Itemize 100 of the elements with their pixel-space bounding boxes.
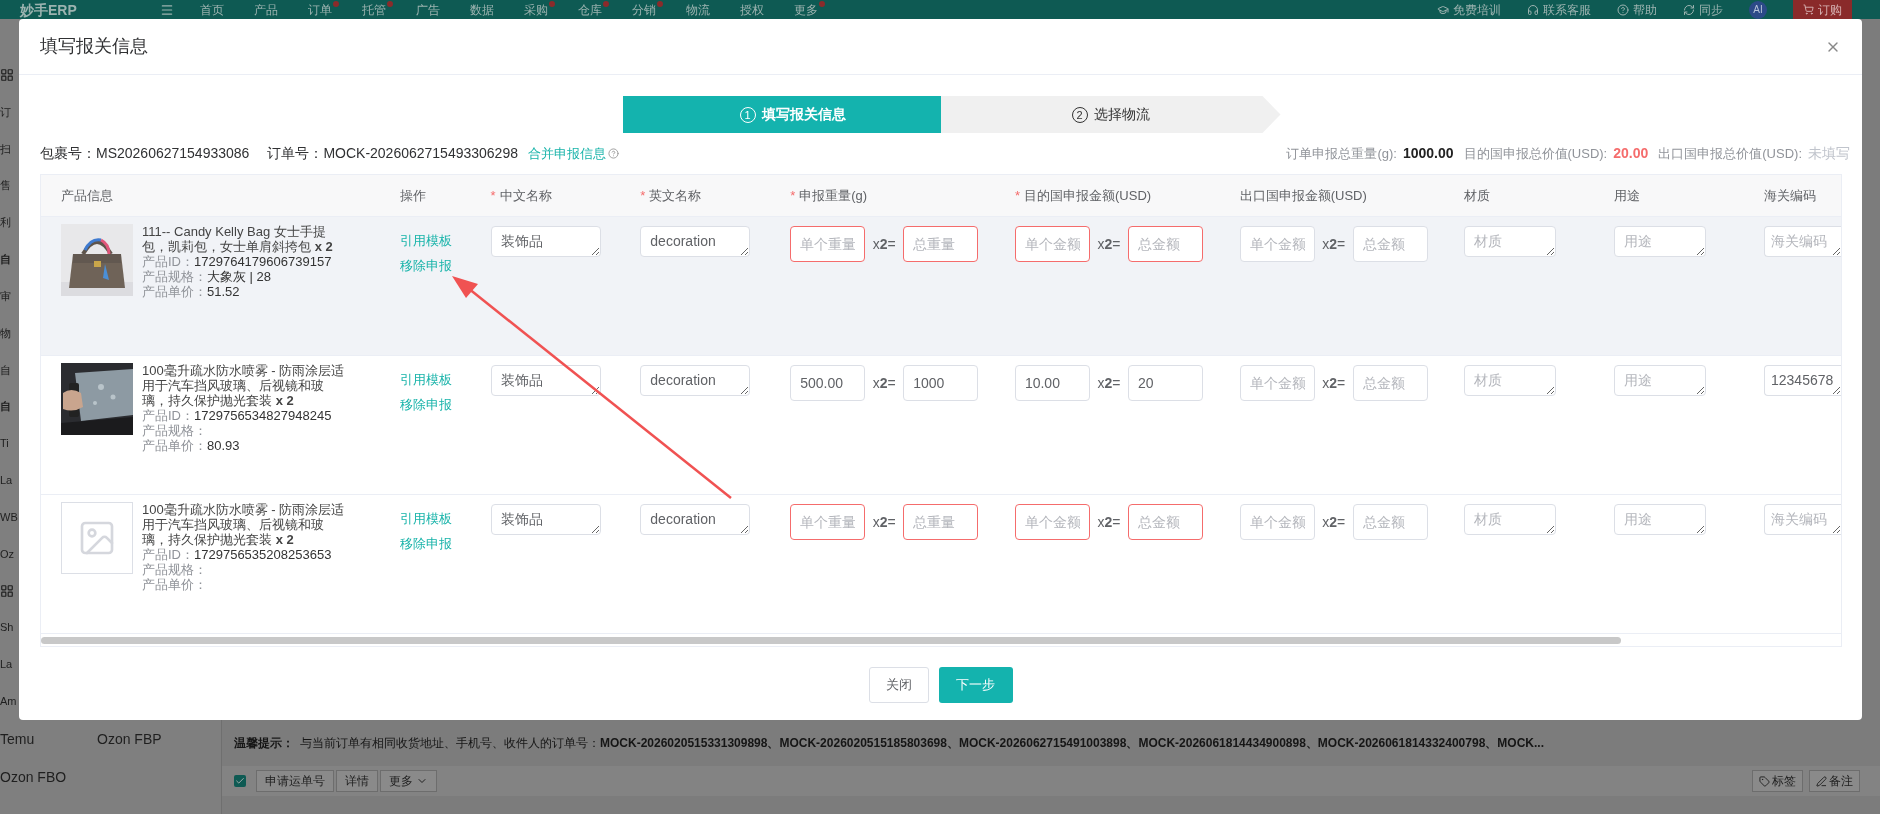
action-link[interactable]: 移除申报 xyxy=(399,258,481,273)
unit-field[interactable]: 单个金额 xyxy=(1014,226,1090,262)
action-link[interactable]: 移除申报 xyxy=(399,536,481,551)
customs-code-field[interactable]: 海关编码 xyxy=(1764,504,1841,535)
material-field[interactable]: 材质 xyxy=(1464,365,1557,396)
sidebar-item[interactable]: Temu xyxy=(0,728,97,750)
chinese-name-field[interactable]: 装饰品 xyxy=(490,226,601,257)
nav-item[interactable]: 订单 xyxy=(308,2,362,17)
sidebar-item[interactable]: Am xyxy=(0,695,17,708)
merge-link[interactable]: 合并申报信息 xyxy=(528,143,606,164)
usage-field[interactable]: 用途 xyxy=(1614,504,1707,535)
english-name-field[interactable]: decoration xyxy=(640,504,751,535)
sidebar-item[interactable]: WB xyxy=(0,510,18,524)
nav-item[interactable]: 数据 xyxy=(470,2,524,17)
avatar[interactable]: AI xyxy=(1749,0,1767,19)
chinese-name-field[interactable]: 装饰品 xyxy=(490,365,601,396)
total-field[interactable]: 总重量 xyxy=(903,504,979,540)
column-header: 目的国申报金额(USD) xyxy=(1024,186,1152,205)
material-field[interactable]: 材质 xyxy=(1464,504,1557,535)
nav-link[interactable]: 同步 xyxy=(1683,2,1723,17)
total-field[interactable]: 总金额 xyxy=(1127,504,1203,540)
action-link[interactable]: 移除申报 xyxy=(399,397,481,412)
unit-field[interactable]: 单个重量 xyxy=(790,226,866,262)
nav-item[interactable]: 更多 xyxy=(794,2,848,17)
sidebar-item[interactable]: Ozon FBO xyxy=(0,766,97,788)
unit-field[interactable]: 500.00 xyxy=(790,365,866,401)
english-name-field[interactable]: decoration xyxy=(640,365,751,396)
nav-item[interactable]: 托管 xyxy=(362,2,416,17)
total-field[interactable]: 20 xyxy=(1127,365,1203,401)
action-link[interactable]: 引用模板 xyxy=(399,511,481,526)
english-name-field[interactable]: decoration xyxy=(640,226,751,257)
customs-code-field[interactable]: 海关编码 xyxy=(1764,226,1841,257)
unit-field[interactable]: 10.00 xyxy=(1014,365,1090,401)
nav-link[interactable]: 联系客服 xyxy=(1527,2,1591,17)
nav-link-label: 联系客服 xyxy=(1543,2,1591,17)
help-icon[interactable] xyxy=(608,148,619,159)
sidebar-item[interactable]: La xyxy=(0,474,13,487)
required-mark: * xyxy=(790,186,796,205)
order-number: MOCK-2026062715493306298 xyxy=(323,144,518,163)
column-header: 操作 xyxy=(399,186,426,205)
total-label: 出口国申报总价值(USD): xyxy=(1658,144,1802,163)
more-button[interactable]: 更多 xyxy=(380,770,437,792)
field-label: 产品ID： xyxy=(142,254,194,269)
unit-field[interactable]: 单个重量 xyxy=(790,504,866,540)
customs-code-field[interactable]: 12345678 xyxy=(1764,365,1841,396)
usage-field[interactable]: 用途 xyxy=(1614,226,1707,257)
order-button[interactable]: 订购 xyxy=(1793,0,1852,19)
nav-item[interactable]: 首页 xyxy=(200,2,254,17)
usage-field[interactable]: 用途 xyxy=(1614,365,1707,396)
sidebar-item[interactable]: 订 xyxy=(0,105,11,119)
product-title: 100毫升疏水防水喷雾 - 防雨涂层适用于汽车挡风玻璃、后视镜和玻璃，持久保护抛光套装 x 2 xyxy=(142,502,346,547)
sidebar-item[interactable]: 扫 xyxy=(0,142,11,156)
sidebar-item[interactable]: 自 xyxy=(0,400,11,414)
unit-field[interactable]: 单个金额 xyxy=(1014,504,1090,540)
total-field[interactable]: 1000 xyxy=(903,365,979,401)
nav-item[interactable]: 广告 xyxy=(416,2,470,17)
action-link[interactable]: 引用模板 xyxy=(399,233,481,248)
nav-link[interactable]: 免费培训 xyxy=(1437,2,1501,17)
nav-item[interactable]: 物流 xyxy=(686,2,740,17)
sidebar-item[interactable]: 利 xyxy=(0,216,11,230)
sidebar-item[interactable]: Ozon FBP xyxy=(97,728,194,750)
field-label: 产品规格： xyxy=(142,423,207,438)
sidebar-item[interactable]: 售 xyxy=(0,179,11,193)
required-mark: * xyxy=(490,186,496,205)
action-link[interactable]: 引用模板 xyxy=(399,372,481,387)
sidebar-item[interactable]: 自 xyxy=(0,253,11,267)
close-button[interactable]: 关闭 xyxy=(868,667,929,703)
toolbar-button[interactable]: 备注 xyxy=(1809,770,1860,792)
sidebar-item[interactable]: Sh xyxy=(0,621,14,635)
multiplier-label: x2= xyxy=(871,512,897,532)
column-header: 中文名称 xyxy=(499,186,552,205)
toolbar-button[interactable]: 标签 xyxy=(1752,770,1803,792)
nav-item[interactable]: 仓库 xyxy=(578,2,632,17)
select-all-checkbox[interactable] xyxy=(234,775,246,787)
dialog-title: 填写报关信息 xyxy=(40,35,148,58)
nav-item[interactable]: 分销 xyxy=(632,2,686,17)
sidebar-icon xyxy=(0,584,14,598)
sidebar-item[interactable]: 物 xyxy=(0,326,11,340)
nav-item[interactable]: 产品 xyxy=(254,2,308,17)
scrollbar[interactable] xyxy=(41,636,1621,644)
column-header: 用途 xyxy=(1614,186,1641,205)
nav-item[interactable]: 采购 xyxy=(524,2,578,17)
sidebar-item[interactable]: Oz xyxy=(0,547,15,561)
total-field[interactable]: 总重量 xyxy=(903,226,979,262)
chinese-name-field[interactable]: 装饰品 xyxy=(490,504,601,535)
nav-link-label: 免费培训 xyxy=(1453,2,1501,17)
toolbar-button[interactable]: 申请运单号 xyxy=(256,770,334,792)
product-id: 1729764179606739157 xyxy=(194,254,332,269)
toolbar-button[interactable]: 详情 xyxy=(336,770,378,792)
sidebar-item[interactable]: La xyxy=(0,658,13,672)
nav-item[interactable]: 授权 xyxy=(740,2,794,17)
total-field[interactable]: 总金额 xyxy=(1127,226,1203,262)
sidebar-item[interactable]: 审 xyxy=(0,289,11,303)
next-button[interactable]: 下一步 xyxy=(938,667,1013,703)
product-price: 80.93 xyxy=(207,438,240,453)
column-header: 材质 xyxy=(1464,186,1491,205)
sidebar-item[interactable]: 自 xyxy=(0,363,11,377)
nav-link[interactable]: 帮助 xyxy=(1617,2,1657,17)
material-field[interactable]: 材质 xyxy=(1464,226,1557,257)
sidebar-item[interactable]: Ti xyxy=(0,437,9,451)
